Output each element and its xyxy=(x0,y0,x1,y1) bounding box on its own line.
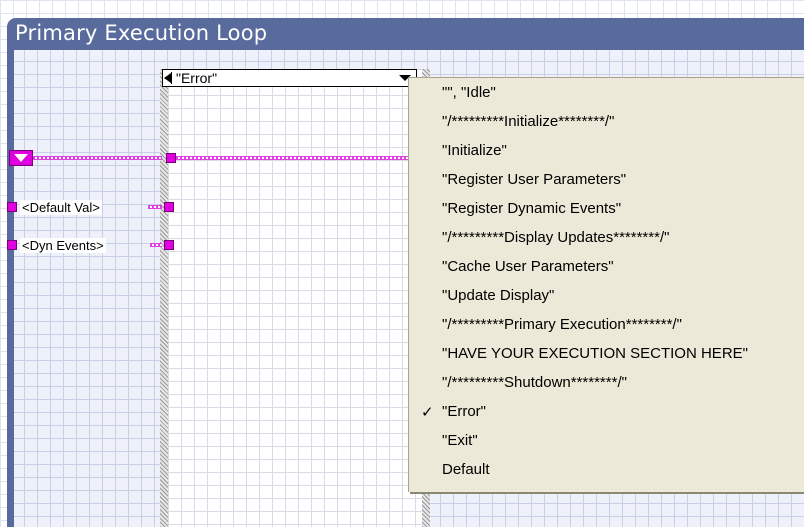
menu-item[interactable]: "Register User Parameters" xyxy=(442,171,626,189)
menu-item[interactable]: "/*********Display Updates********/" xyxy=(442,229,669,247)
dyn-events-terminal[interactable] xyxy=(7,240,17,250)
menu-item[interactable]: "/*********Primary Execution********/" xyxy=(442,316,682,334)
menu-item[interactable]: "Register Dynamic Events" xyxy=(442,200,621,218)
menu-item[interactable]: "/*********Initialize********/" xyxy=(442,113,614,131)
case-selector-menu[interactable]: "", "Idle" "/*********Initialize********… xyxy=(408,77,804,492)
cluster-wire-inner[interactable] xyxy=(176,156,410,160)
selector-divider xyxy=(171,72,172,84)
dyn-events-constant[interactable]: <Dyn Events> xyxy=(20,238,106,253)
default-val-tunnel[interactable] xyxy=(164,202,174,212)
menu-item[interactable]: Default xyxy=(442,461,490,479)
default-val-wire[interactable] xyxy=(148,205,162,209)
triangle-down-icon xyxy=(14,154,28,162)
menu-item[interactable]: "Update Display" xyxy=(442,287,554,305)
menu-item[interactable]: "Exit" xyxy=(442,432,478,450)
menu-item-selected[interactable]: "Error" xyxy=(442,403,486,421)
tunnel-terminal[interactable] xyxy=(166,153,176,163)
case-structure[interactable] xyxy=(160,69,430,527)
cluster-wire[interactable] xyxy=(33,156,162,160)
default-val-constant[interactable]: <Default Val> xyxy=(20,200,102,215)
shift-register[interactable] xyxy=(9,150,33,166)
case-selector-value: "Error" xyxy=(176,70,218,86)
loop-title: Primary Execution Loop xyxy=(15,21,268,45)
case-selector[interactable]: "Error" xyxy=(162,69,417,87)
menu-item[interactable]: "HAVE YOUR EXECUTION SECTION HERE" xyxy=(442,345,748,363)
dyn-events-wire[interactable] xyxy=(150,243,162,247)
decrement-arrow-icon[interactable] xyxy=(164,73,171,83)
menu-item[interactable]: "", "Idle" xyxy=(442,84,496,102)
menu-item[interactable]: "/*********Shutdown********/" xyxy=(442,374,627,392)
default-val-terminal[interactable] xyxy=(7,202,17,212)
menu-item[interactable]: "Cache User Parameters" xyxy=(442,258,614,276)
checkmark-icon: ✓ xyxy=(421,404,434,421)
menu-item[interactable]: "Initialize" xyxy=(442,142,507,160)
dyn-events-tunnel[interactable] xyxy=(164,240,174,250)
